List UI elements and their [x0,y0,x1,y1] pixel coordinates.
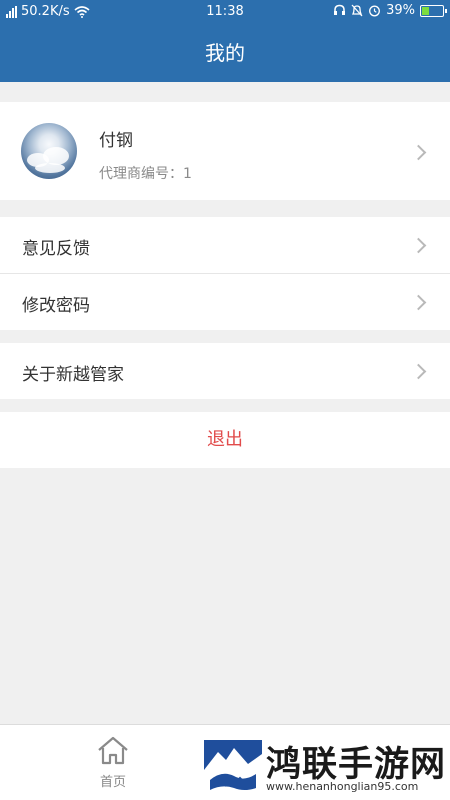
chevron-right-icon [410,237,427,254]
watermark: 鸿联手游网 www.henanhonglian95.com [200,736,450,800]
tab-home[interactable]: 首页 [82,735,144,791]
menu-item-about[interactable]: 关于新越管家 [0,343,450,399]
battery-fill [422,6,429,15]
alarm-icon [369,5,381,17]
avatar[interactable] [21,123,77,179]
chevron-right-icon [410,294,427,311]
menu-item-feedback[interactable]: 意见反馈 [0,217,450,273]
mute-bell-icon [351,4,363,17]
agent-number: 代理商编号：1 [99,166,192,182]
menu-item-label: 修改密码 [22,296,90,316]
battery-percent: 39% [386,3,415,18]
home-icon [98,736,128,765]
page-title: 我的 [0,24,450,82]
menu-item-label: 关于新越管家 [22,365,124,385]
watermark-logo-graphic [204,748,262,796]
tab-home-label: 首页 [99,775,126,790]
profile-card[interactable]: 付钢 代理商编号：1 [0,102,450,200]
status-right: 39% [333,3,447,18]
watermark-url: www.henanhonglian95.com [266,780,419,793]
menu-item-label: 意见反馈 [22,239,90,259]
battery-icon [420,4,447,17]
headset-icon [334,4,346,15]
logout-button[interactable]: 退出 [0,412,450,468]
avatar-cloud [35,163,65,173]
status-bar: 50.2K/s 11:38 39% [0,0,450,24]
chevron-right-icon [410,144,427,161]
chevron-right-icon [410,363,427,380]
profile-name: 付钢 [99,131,133,151]
watermark-logo [204,740,262,796]
menu-item-change-password[interactable]: 修改密码 [0,274,450,330]
